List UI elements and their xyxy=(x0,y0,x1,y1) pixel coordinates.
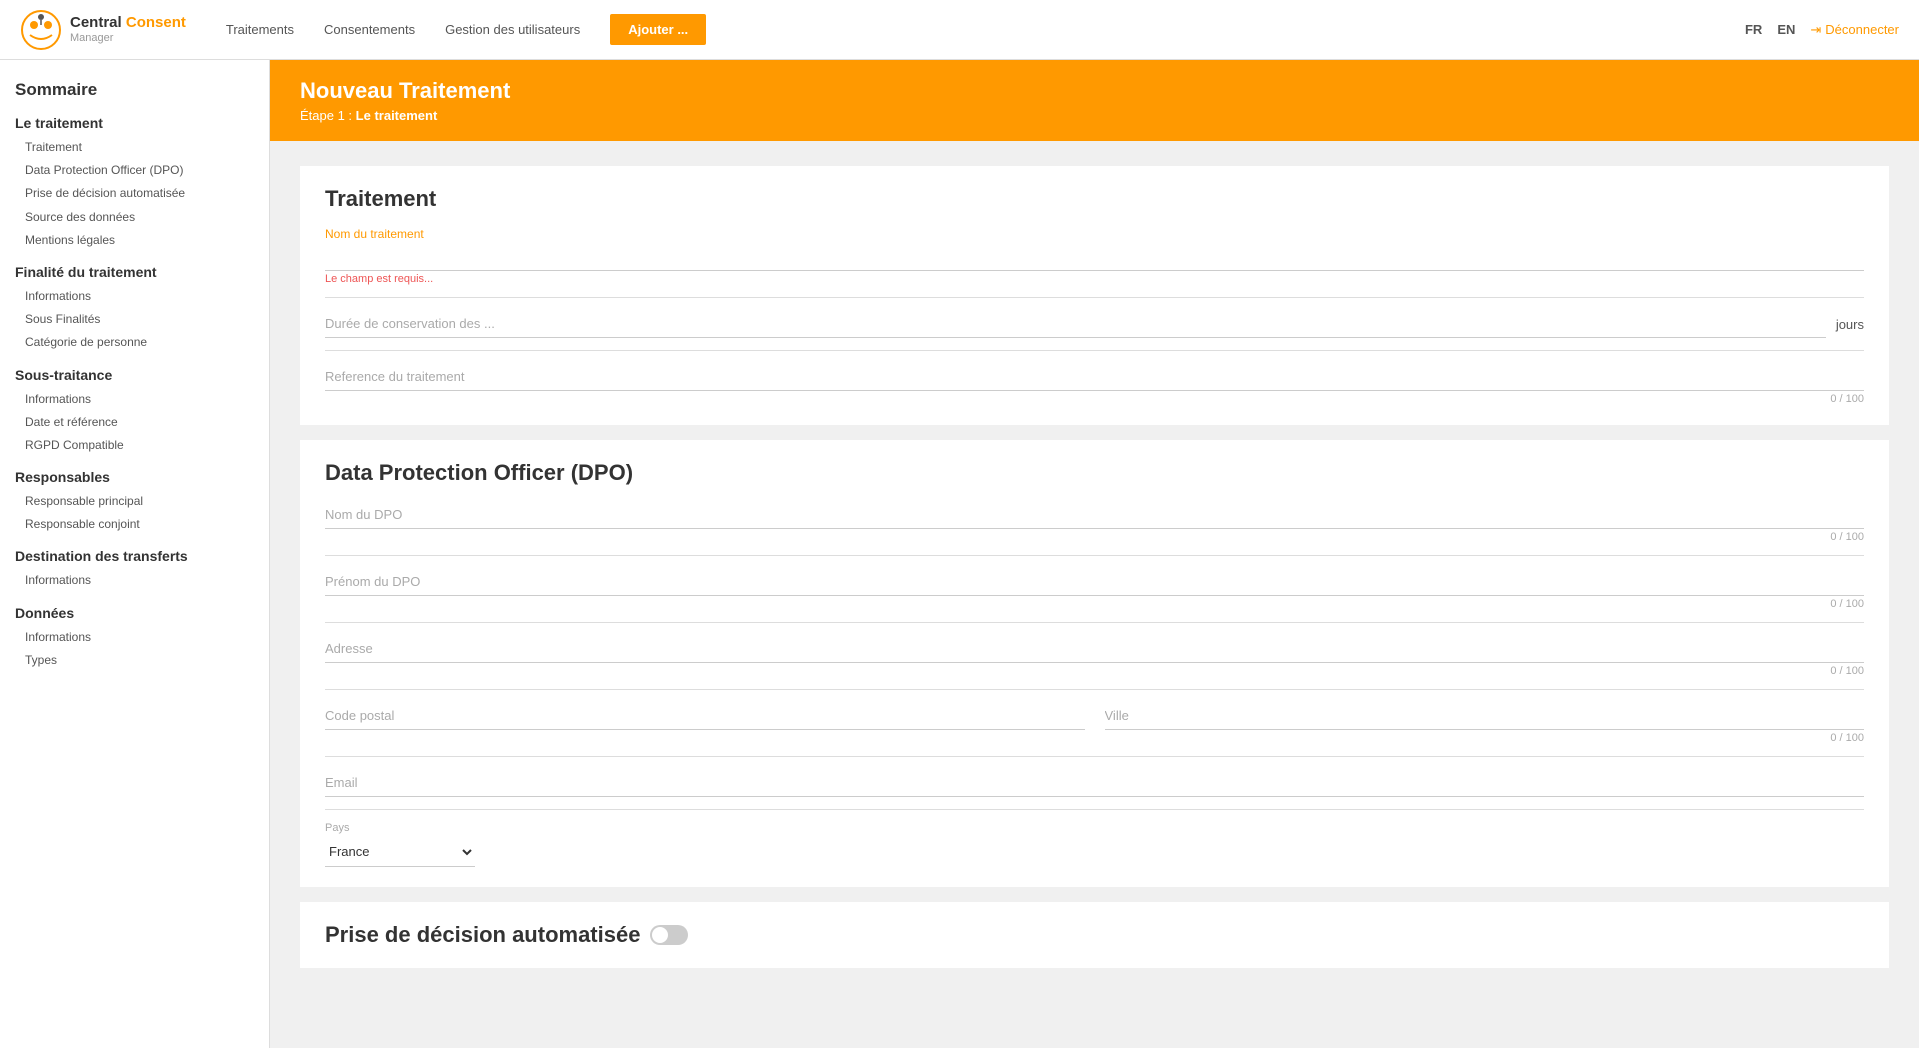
postal-ville-row xyxy=(325,702,1864,730)
sidebar: Sommaire Le traitement Traitement Data P… xyxy=(0,60,270,1048)
prise-decision-section: Prise de décision automatisée xyxy=(300,902,1889,968)
separator-1 xyxy=(325,297,1864,298)
logout-button[interactable]: ⇥ Déconnecter xyxy=(1810,22,1899,38)
main-header: Central Consent Manager Traitements Cons… xyxy=(0,0,1919,60)
step-label: Étape 1 : xyxy=(300,108,352,123)
duree-unit: jours xyxy=(1836,317,1864,332)
sidebar-item-sous-traitance-informations[interactable]: Informations xyxy=(15,388,254,411)
dpo-title: Data Protection Officer (DPO) xyxy=(325,460,1864,486)
nom-traitement-label: Nom du traitement xyxy=(325,227,1864,241)
sidebar-section-responsables: Responsables xyxy=(15,469,254,485)
lang-fr-button[interactable]: FR xyxy=(1745,22,1762,37)
sidebar-item-prise-decision[interactable]: Prise de décision automatisée xyxy=(15,182,254,205)
adresse-counter: 0 / 100 xyxy=(325,665,1864,677)
form-container: Traitement Nom du traitement Le champ es… xyxy=(270,141,1919,1008)
sidebar-section-destination: Destination des transferts xyxy=(15,548,254,564)
logo: Central Consent Manager xyxy=(20,9,186,51)
sidebar-item-responsable-conjoint[interactable]: Responsable conjoint xyxy=(15,513,254,536)
step-name: Le traitement xyxy=(356,108,438,123)
sidebar-item-dpo[interactable]: Data Protection Officer (DPO) xyxy=(15,159,254,182)
adresse-input[interactable] xyxy=(325,635,1864,663)
sidebar-item-traitement[interactable]: Traitement xyxy=(15,136,254,159)
code-postal-input[interactable] xyxy=(325,702,1085,730)
prenom-dpo-field: 0 / 100 xyxy=(325,568,1864,610)
duree-input[interactable] xyxy=(325,310,1826,338)
nom-dpo-input[interactable] xyxy=(325,501,1864,529)
sidebar-section-sous-traitance: Sous-traitance xyxy=(15,367,254,383)
sidebar-section-le-traitement: Le traitement xyxy=(15,115,254,131)
main-nav: Traitements Consentements Gestion des ut… xyxy=(226,14,1745,45)
pays-field: Pays France Belgique Suisse Canada Autre… xyxy=(325,822,1864,867)
nom-traitement-field: Nom du traitement Le champ est requis... xyxy=(325,227,1864,285)
prenom-dpo-input[interactable] xyxy=(325,568,1864,596)
header-right: FR EN ⇥ Déconnecter xyxy=(1745,22,1899,38)
prise-decision-toggle[interactable] xyxy=(650,925,688,945)
sidebar-item-destination-informations[interactable]: Informations xyxy=(15,569,254,592)
sidebar-item-source-donnees[interactable]: Source des données xyxy=(15,206,254,229)
pays-select[interactable]: France Belgique Suisse Canada Autres xyxy=(325,837,475,867)
content-area: Nouveau Traitement Étape 1 : Le traiteme… xyxy=(270,60,1919,1048)
separator-3 xyxy=(325,555,1864,556)
nav-traitements[interactable]: Traitements xyxy=(226,22,294,37)
prenom-dpo-counter: 0 / 100 xyxy=(325,598,1864,610)
adresse-field: 0 / 100 xyxy=(325,635,1864,677)
dpo-section: Data Protection Officer (DPO) 0 / 100 0 … xyxy=(300,440,1889,887)
nav-consentements[interactable]: Consentements xyxy=(324,22,415,37)
logout-label: Déconnecter xyxy=(1825,22,1899,37)
page-header-banner: Nouveau Traitement Étape 1 : Le traiteme… xyxy=(270,60,1919,141)
sidebar-item-responsable-principal[interactable]: Responsable principal xyxy=(15,490,254,513)
sidebar-item-categorie-personne[interactable]: Catégorie de personne xyxy=(15,331,254,354)
sidebar-item-sous-finalites[interactable]: Sous Finalités xyxy=(15,308,254,331)
sidebar-item-mentions-legales[interactable]: Mentions légales xyxy=(15,229,254,252)
postal-counter: 0 / 100 xyxy=(325,732,1864,744)
sidebar-section-donnees: Données xyxy=(15,605,254,621)
nav-gestion-utilisateurs[interactable]: Gestion des utilisateurs xyxy=(445,22,580,37)
sidebar-section-finalite: Finalité du traitement xyxy=(15,264,254,280)
ajouter-button[interactable]: Ajouter ... xyxy=(610,14,706,45)
reference-counter: 0 / 100 xyxy=(325,393,1864,405)
traitement-title: Traitement xyxy=(325,186,1864,212)
nom-dpo-field: 0 / 100 xyxy=(325,501,1864,543)
sidebar-item-finalite-informations[interactable]: Informations xyxy=(15,285,254,308)
reference-input[interactable] xyxy=(325,363,1864,391)
main-container: Sommaire Le traitement Traitement Data P… xyxy=(0,60,1919,1048)
ville-col xyxy=(1105,702,1865,730)
page-title: Nouveau Traitement xyxy=(300,78,1889,104)
sidebar-item-date-reference[interactable]: Date et référence xyxy=(15,411,254,434)
logout-icon: ⇥ xyxy=(1810,22,1821,38)
separator-4 xyxy=(325,622,1864,623)
logo-icon xyxy=(20,9,62,51)
email-input[interactable] xyxy=(325,769,1864,797)
page-subtitle: Étape 1 : Le traitement xyxy=(300,108,1889,123)
lang-en-button[interactable]: EN xyxy=(1777,22,1795,37)
nom-traitement-error: Le champ est requis... xyxy=(325,273,1864,285)
code-postal-col xyxy=(325,702,1085,730)
sidebar-item-donnees-informations[interactable]: Informations xyxy=(15,626,254,649)
sidebar-item-rgpd-compatible[interactable]: RGPD Compatible xyxy=(15,434,254,457)
separator-2 xyxy=(325,350,1864,351)
pays-label: Pays xyxy=(325,822,1864,834)
traitement-section: Traitement Nom du traitement Le champ es… xyxy=(300,166,1889,425)
reference-field: 0 / 100 xyxy=(325,363,1864,405)
prise-decision-header: Prise de décision automatisée xyxy=(325,922,1864,948)
ville-input[interactable] xyxy=(1105,702,1865,730)
separator-7 xyxy=(325,809,1864,810)
logo-text: Central Consent Manager xyxy=(70,14,186,45)
separator-6 xyxy=(325,756,1864,757)
separator-5 xyxy=(325,689,1864,690)
duree-field: jours xyxy=(325,310,1864,338)
email-field xyxy=(325,769,1864,797)
sidebar-title: Sommaire xyxy=(15,80,254,100)
nom-dpo-counter: 0 / 100 xyxy=(325,531,1864,543)
sidebar-item-donnees-types[interactable]: Types xyxy=(15,649,254,672)
prise-decision-title: Prise de décision automatisée xyxy=(325,922,640,948)
nom-traitement-input[interactable] xyxy=(325,243,1864,271)
